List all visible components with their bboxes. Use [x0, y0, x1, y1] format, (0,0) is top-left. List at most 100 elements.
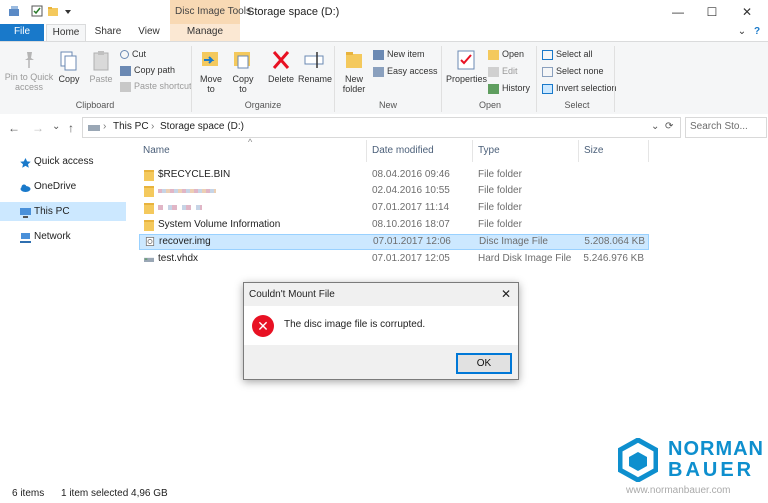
copy-path-button[interactable]: Copy path — [120, 63, 175, 77]
copy-to-label-1: Copy — [232, 74, 254, 84]
invert-selection-icon — [542, 83, 553, 94]
nav-network[interactable]: Network — [0, 227, 126, 246]
edit-button[interactable]: Edit — [488, 64, 518, 78]
pin-icon — [25, 52, 34, 68]
column-size[interactable]: Size — [584, 145, 603, 156]
status-selection: 1 item selected 4,96 GB — [61, 488, 168, 499]
close-button[interactable]: ✕ — [730, 0, 764, 24]
up-button[interactable]: ↑ — [68, 121, 74, 135]
customize-quick-access-icon[interactable] — [62, 5, 74, 17]
dialog-close-button[interactable]: ✕ — [498, 286, 514, 302]
forward-button[interactable]: → — [32, 121, 44, 135]
tab-home[interactable]: Home — [46, 24, 86, 42]
ok-button[interactable]: OK — [456, 353, 512, 374]
rename-button[interactable]: Rename — [298, 48, 332, 84]
column-date-modified[interactable]: Date modified — [372, 145, 434, 156]
pin-to-quick-access-button[interactable]: Pin to Quick access — [4, 50, 54, 92]
crumb-this-pc[interactable]: This PC — [113, 121, 149, 132]
rename-icon — [304, 52, 324, 68]
folder-icon — [144, 186, 154, 197]
drive-icon — [88, 125, 100, 131]
column-name[interactable]: Name — [143, 145, 170, 156]
nav-this-pc[interactable]: This PC — [0, 202, 126, 221]
address-bar-row: ← → ⌄ ↑ › This PC › Storage space (D:) ⌄… — [0, 114, 768, 140]
column-type[interactable]: Type — [478, 145, 500, 156]
file-date: 08.10.2016 18:07 — [372, 219, 450, 230]
paste-label: Paste — [89, 74, 113, 84]
file-name: System Volume Information — [158, 219, 281, 230]
address-dropdown-button[interactable]: ⌄ — [651, 121, 659, 132]
back-button[interactable]: ← — [8, 121, 20, 135]
new-folder-button[interactable]: New folder — [340, 48, 368, 94]
file-row[interactable]: $RECYCLE.BIN 08.04.2016 09:46 File folde… — [140, 167, 648, 183]
recent-locations-button[interactable]: ⌄ — [52, 121, 60, 132]
nav-onedrive[interactable]: OneDrive — [0, 177, 126, 196]
move-to-button[interactable]: Move to — [197, 48, 225, 94]
paste-shortcut-button[interactable]: Paste shortcut — [120, 79, 192, 93]
select-none-button[interactable]: Select none — [542, 64, 604, 78]
file-name: $RECYCLE.BIN — [158, 169, 231, 180]
cut-label: Cut — [132, 49, 147, 59]
crumb-storage-space[interactable]: Storage space (D:) — [160, 121, 244, 132]
help-button[interactable]: ? — [750, 24, 764, 41]
ribbon-separator — [441, 46, 442, 112]
folder-icon — [144, 220, 154, 231]
copy-button[interactable]: Copy — [55, 50, 83, 84]
properties-button[interactable]: Properties — [446, 48, 488, 84]
file-date: 07.01.2017 12:05 — [372, 253, 450, 264]
nav-quick-access[interactable]: Quick access — [0, 152, 126, 171]
paste-icon — [93, 51, 109, 71]
delete-button[interactable]: Delete — [266, 48, 296, 84]
network-icon — [20, 231, 31, 243]
new-folder-quick-icon[interactable] — [47, 5, 59, 17]
select-all-button[interactable]: Select all — [542, 47, 593, 61]
properties-quick-icon[interactable] — [31, 5, 43, 17]
file-row[interactable]: 07.01.2017 11:14 File folder — [140, 200, 648, 216]
file-date: 08.04.2016 09:46 — [372, 169, 450, 180]
paste-shortcut-icon — [120, 81, 131, 92]
file-row[interactable]: test.vhdx 07.01.2017 12:05 Hard Disk Ima… — [140, 251, 648, 267]
easy-access-button[interactable]: Easy access — [373, 64, 438, 78]
history-button[interactable]: History — [488, 81, 530, 95]
open-button[interactable]: Open — [488, 47, 524, 61]
search-input[interactable]: Search Sto... — [685, 117, 767, 138]
ribbon-expand-button[interactable]: ⌄ — [735, 24, 749, 41]
file-date: 07.01.2017 12:06 — [373, 236, 451, 247]
cut-button[interactable]: Cut — [120, 47, 146, 61]
tab-view[interactable]: View — [132, 24, 166, 41]
file-type: File folder — [478, 202, 522, 213]
copy-to-label-2: to — [239, 84, 247, 94]
select-none-label: Select none — [556, 66, 604, 76]
crumb-separator: › — [103, 121, 107, 132]
dialog-title: Couldn't Mount File — [249, 289, 335, 300]
maximize-button[interactable]: ☐ — [695, 0, 729, 24]
file-row-selected[interactable]: recover.img 07.01.2017 12:06 Disc Image … — [139, 234, 649, 250]
watermark-bauer: BAUER — [668, 459, 755, 481]
file-date: 02.04.2016 10:55 — [372, 185, 450, 196]
tab-manage[interactable]: Manage — [170, 24, 240, 41]
easy-access-icon — [373, 66, 384, 77]
tab-share[interactable]: Share — [90, 24, 126, 41]
explorer-icon — [9, 6, 19, 16]
file-size: 5.208.064 KB — [584, 236, 645, 247]
copy-to-icon — [234, 52, 250, 69]
paste-button[interactable]: Paste — [86, 50, 116, 84]
column-separator — [648, 140, 649, 162]
minimize-button[interactable]: — — [661, 0, 695, 24]
file-row[interactable]: 02.04.2016 10:55 File folder — [140, 183, 648, 199]
file-row[interactable]: System Volume Information 08.10.2016 18:… — [140, 217, 648, 233]
address-bar[interactable]: › This PC › Storage space (D:) ⌄ ⟳ — [82, 117, 681, 138]
copy-to-button[interactable]: Copy to — [229, 48, 257, 94]
invert-selection-button[interactable]: Invert selection — [542, 81, 617, 95]
file-type: File folder — [478, 185, 522, 196]
open-group-label: Open — [478, 100, 502, 110]
new-item-button[interactable]: New item — [373, 47, 425, 61]
properties-label: Properties — [446, 74, 488, 84]
paste-shortcut-label: Paste shortcut — [134, 81, 192, 91]
tab-file[interactable]: File — [0, 24, 44, 41]
refresh-button[interactable]: ⟳ — [665, 121, 673, 132]
status-item-count: 6 items — [12, 488, 45, 499]
file-name: recover.img — [159, 236, 211, 247]
new-group-label: New — [378, 100, 397, 110]
file-type: File folder — [478, 169, 522, 180]
